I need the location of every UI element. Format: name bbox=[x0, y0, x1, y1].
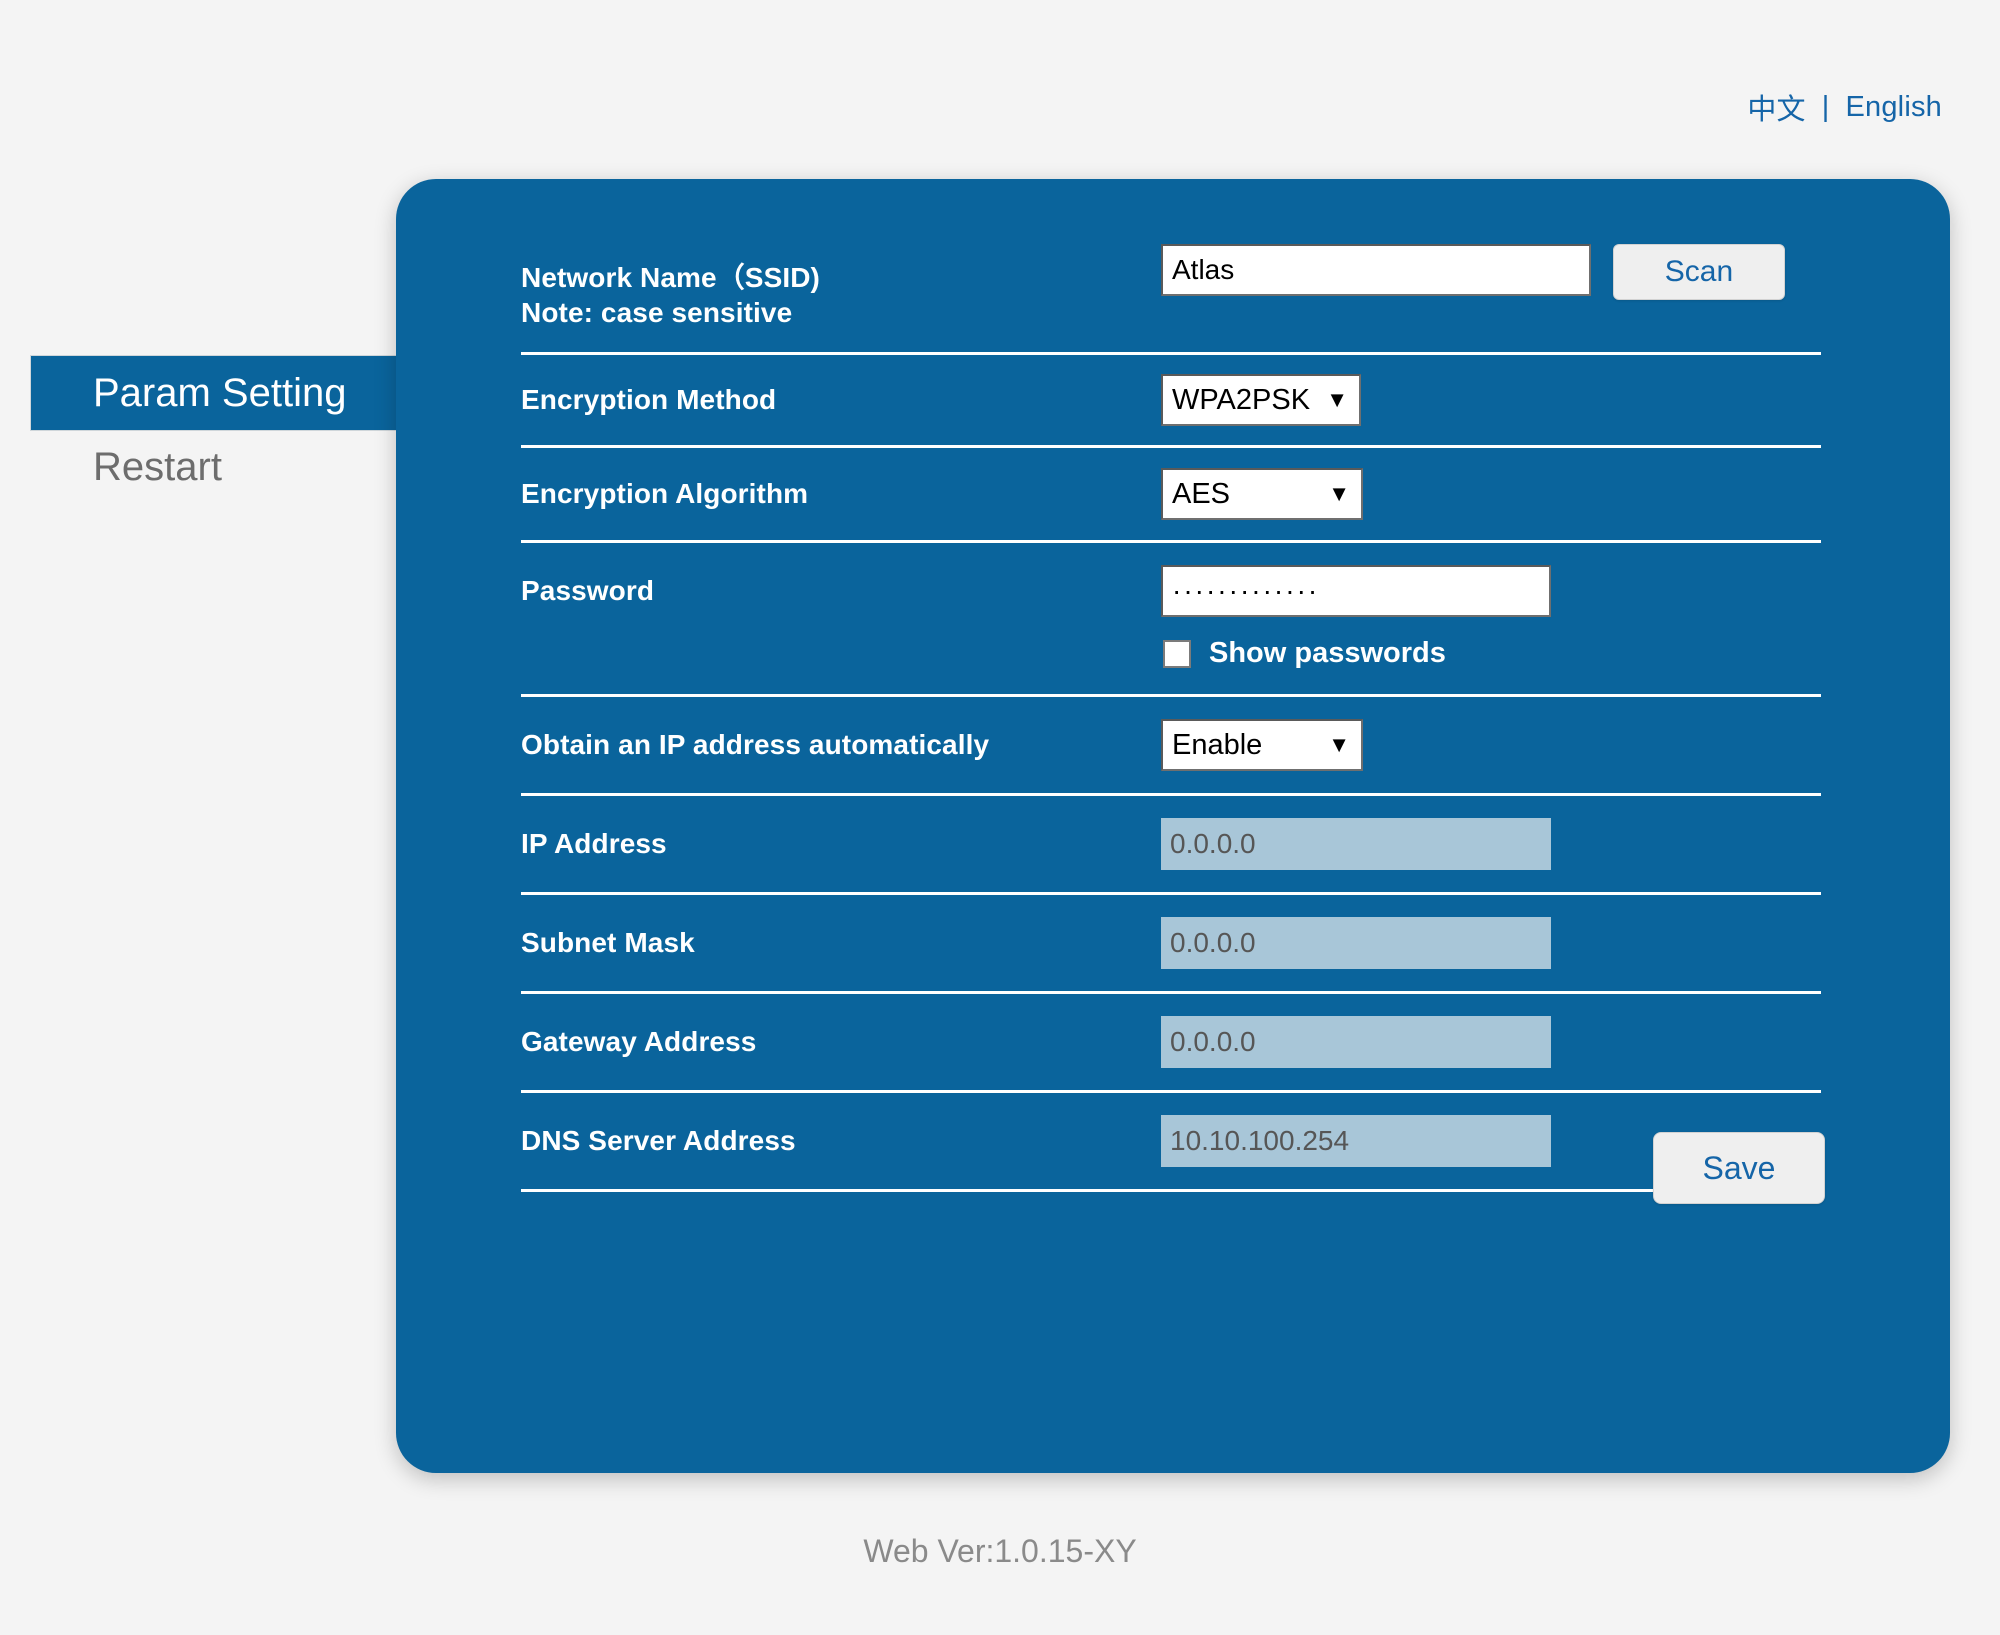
row-dns-server-address: DNS Server Address bbox=[521, 1115, 1821, 1167]
row-subnet-mask: Subnet Mask bbox=[521, 917, 1821, 969]
control-ip-address bbox=[1161, 818, 1821, 870]
row-gateway-address: Gateway Address bbox=[521, 1016, 1821, 1068]
language-bar: 中文 | English bbox=[1747, 86, 1942, 128]
row-encryption-method: Encryption Method WPA2PSK ▼ bbox=[521, 374, 1821, 426]
separator-2 bbox=[521, 445, 1821, 448]
sidebar-menu: Param Setting Restart bbox=[0, 355, 420, 503]
label-subnet-mask: Subnet Mask bbox=[521, 927, 695, 958]
control-encryption-algorithm: AES ▼ bbox=[1161, 468, 1821, 520]
label-gateway-address: Gateway Address bbox=[521, 1026, 757, 1057]
dhcp-select[interactable]: Enable bbox=[1161, 719, 1363, 771]
control-network-name: Scan bbox=[1161, 244, 1821, 300]
label-network-name-text: Network Name（SSID) bbox=[521, 262, 820, 293]
label-encryption-algorithm: Encryption Algorithm bbox=[521, 478, 809, 509]
separator-1 bbox=[521, 352, 1821, 355]
separator-5 bbox=[521, 793, 1821, 796]
label-ip-address: IP Address bbox=[521, 828, 667, 859]
label-dns-server-address: DNS Server Address bbox=[521, 1125, 796, 1156]
encryption-algorithm-select-wrap: AES ▼ bbox=[1161, 468, 1363, 520]
subnet-mask-input[interactable] bbox=[1161, 917, 1551, 969]
label-encryption-method: Encryption Method bbox=[521, 384, 777, 415]
control-subnet-mask bbox=[1161, 917, 1821, 969]
control-obtain-ip-automatically: Enable ▼ bbox=[1161, 719, 1821, 771]
label-network-name: Network Name（SSID) Note: case sensitive bbox=[521, 252, 1161, 330]
show-passwords-checkbox[interactable] bbox=[1163, 639, 1191, 668]
control-encryption-method: WPA2PSK ▼ bbox=[1161, 374, 1821, 426]
ip-address-input[interactable] bbox=[1161, 818, 1551, 870]
separator-8 bbox=[521, 1090, 1821, 1093]
sidebar-item-label-param-setting: Param Setting bbox=[93, 370, 347, 415]
scan-button[interactable]: Scan bbox=[1613, 244, 1785, 300]
row-encryption-algorithm: Encryption Algorithm AES ▼ bbox=[521, 468, 1821, 520]
encryption-method-select-wrap: WPA2PSK ▼ bbox=[1161, 374, 1361, 426]
label-obtain-ip-automatically: Obtain an IP address automatically bbox=[521, 729, 990, 760]
save-button[interactable]: Save bbox=[1653, 1132, 1825, 1204]
row-ip-address: IP Address bbox=[521, 818, 1821, 870]
dns-server-address-input[interactable] bbox=[1161, 1115, 1551, 1167]
language-link-english[interactable]: English bbox=[1845, 91, 1942, 124]
separator-4 bbox=[521, 694, 1821, 697]
encryption-algorithm-select[interactable]: AES bbox=[1161, 468, 1363, 520]
encryption-method-select[interactable]: WPA2PSK bbox=[1161, 374, 1361, 426]
separator-9 bbox=[521, 1189, 1821, 1192]
param-setting-panel: Network Name（SSID) Note: case sensitive … bbox=[396, 179, 1950, 1473]
language-separator: | bbox=[1821, 90, 1830, 123]
dhcp-select-wrap: Enable ▼ bbox=[1161, 719, 1363, 771]
password-input[interactable] bbox=[1161, 565, 1551, 617]
ssid-input[interactable] bbox=[1161, 244, 1591, 296]
label-password: Password bbox=[521, 575, 655, 606]
gateway-address-input[interactable] bbox=[1161, 1016, 1551, 1068]
language-link-chinese[interactable]: 中文 bbox=[1747, 86, 1805, 128]
control-password: Show passwords bbox=[1161, 565, 1821, 670]
save-button-container: Save bbox=[1653, 1132, 1825, 1204]
wifi-settings-form: Network Name（SSID) Note: case sensitive … bbox=[521, 244, 1821, 1192]
control-gateway-address bbox=[1161, 1016, 1821, 1068]
label-network-name-note: Note: case sensitive bbox=[521, 297, 793, 328]
row-password: Password Show passwords bbox=[521, 565, 1821, 670]
row-network-name: Network Name（SSID) Note: case sensitive … bbox=[521, 244, 1821, 330]
footer-version: Web Ver:1.0.15-XY bbox=[863, 1533, 1137, 1569]
show-passwords-row[interactable]: Show passwords bbox=[1163, 637, 1446, 670]
separator-6 bbox=[521, 892, 1821, 895]
separator-3 bbox=[521, 540, 1821, 543]
sidebar-item-restart[interactable]: Restart bbox=[0, 431, 420, 503]
sidebar-item-label-restart: Restart bbox=[93, 444, 222, 489]
sidebar-item-param-setting[interactable]: Param Setting bbox=[30, 355, 420, 431]
separator-7 bbox=[521, 991, 1821, 994]
show-passwords-label: Show passwords bbox=[1209, 637, 1446, 669]
row-obtain-ip-automatically: Obtain an IP address automatically Enabl… bbox=[521, 719, 1821, 771]
